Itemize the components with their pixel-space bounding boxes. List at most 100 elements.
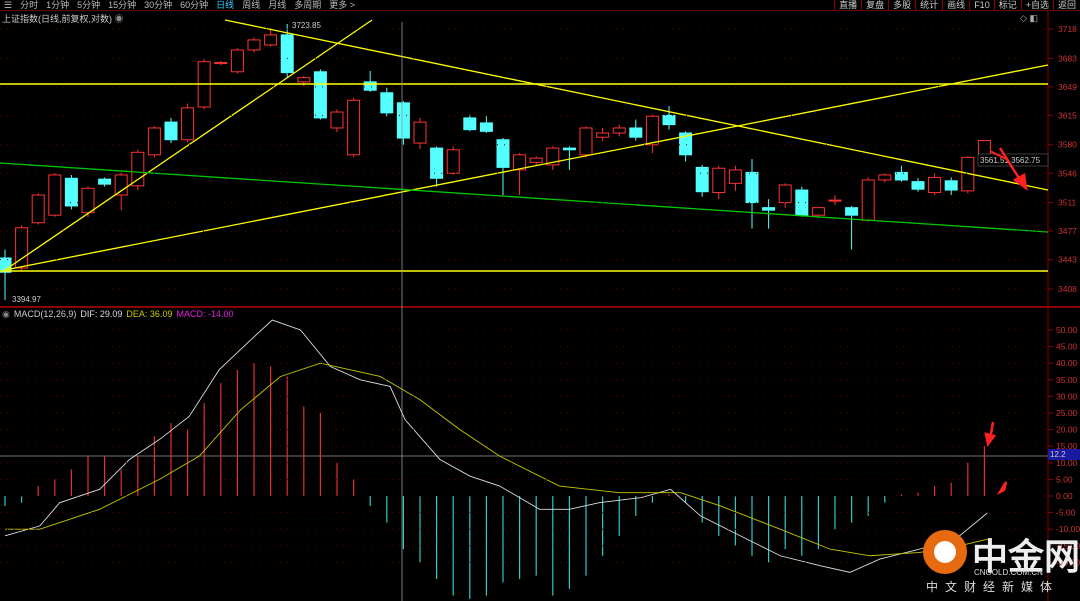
tab-period[interactable]: 周线 — [238, 0, 264, 10]
macd-histogram — [4, 363, 986, 599]
trendline-rising[interactable] — [4, 64, 1049, 271]
candle — [463, 114, 477, 132]
dif-value: DIF: 29.09 — [80, 309, 123, 319]
candle — [81, 186, 95, 217]
candle — [911, 178, 925, 192]
multi-stock-button[interactable]: 多股 — [888, 0, 915, 11]
macd-tick: 5.00 — [1056, 474, 1073, 484]
candle — [396, 101, 410, 145]
candle — [712, 165, 726, 200]
tab-period[interactable]: 5分钟 — [73, 0, 104, 10]
price-tick: 3615 — [1058, 110, 1077, 120]
price-tick: 3718 — [1058, 24, 1077, 34]
chart-title-text: 上证指数(日线,前复权,对数) — [2, 14, 112, 24]
candle — [479, 116, 493, 133]
candlestick-series — [0, 23, 991, 300]
candle — [629, 119, 643, 141]
candle — [98, 177, 112, 187]
chart-title[interactable]: 上证指数(日线,前复权,对数) ◉ — [2, 12, 124, 25]
candle — [131, 149, 145, 191]
candle — [745, 158, 759, 229]
candle — [363, 70, 377, 92]
price-tick: 3580 — [1058, 140, 1077, 150]
dea-line — [5, 362, 988, 557]
dea-value: DEA: 36.09 — [126, 309, 173, 319]
trendline-green[interactable] — [0, 162, 1049, 233]
candle — [446, 146, 460, 175]
logo-domain: CNGOLD.COM.CN — [974, 568, 1043, 577]
candle — [728, 165, 742, 191]
tab-period[interactable]: 月线 — [264, 0, 290, 10]
candle — [214, 60, 228, 66]
diamond-icon[interactable]: ◇ — [1020, 13, 1027, 23]
candle — [695, 164, 709, 197]
candle — [147, 126, 161, 158]
price-tick: 3649 — [1058, 82, 1077, 92]
candle — [795, 186, 809, 217]
candle — [247, 37, 261, 53]
macd-value: MACD: -14.00 — [176, 309, 234, 319]
macd-legend: ◉ MACD(12,26,9) DIF: 29.09 DEA: 36.09 MA… — [2, 309, 233, 320]
candle — [181, 103, 195, 143]
logo-slogan: 中文财经新媒体 — [926, 580, 1060, 594]
tab-period[interactable]: 分时 — [16, 0, 42, 10]
stats-button[interactable]: 统计 — [915, 0, 942, 11]
period-toolbar: ☰ 分时 1分钟 5分钟 15分钟 30分钟 60分钟 日线 周线 月线 多周期… — [0, 0, 1080, 11]
tab-period[interactable]: 30分钟 — [140, 0, 176, 10]
menu-icon[interactable]: ☰ — [0, 0, 16, 10]
tab-period[interactable]: 60分钟 — [176, 0, 212, 10]
settings-icon[interactable]: ◉ — [115, 14, 124, 24]
candle — [48, 173, 62, 217]
macd-tick: 30.00 — [1056, 391, 1078, 401]
candle — [861, 177, 875, 222]
f10-button[interactable]: F10 — [969, 0, 994, 11]
macd-tick: 40.00 — [1056, 358, 1078, 368]
price-tick: 3546 — [1058, 168, 1077, 178]
candle — [645, 114, 659, 154]
candle — [928, 173, 942, 196]
tab-period[interactable]: 1分钟 — [42, 0, 73, 10]
back-button[interactable]: 返回 — [1052, 0, 1080, 11]
window-controls[interactable]: ◇ ◧ — [1020, 13, 1038, 24]
logo-icon — [923, 530, 967, 574]
candle — [496, 138, 510, 196]
candle — [15, 225, 29, 271]
candle — [513, 153, 527, 196]
tab-daily[interactable]: 日线 — [212, 0, 238, 10]
review-button[interactable]: 复盘 — [861, 0, 888, 11]
mark-button[interactable]: 标记 — [993, 0, 1021, 11]
candle — [230, 48, 244, 74]
candle — [828, 195, 842, 206]
macd-tick: 45.00 — [1056, 342, 1078, 352]
candle — [894, 165, 908, 182]
draw-line-button[interactable]: 画线 — [942, 0, 969, 11]
candle — [662, 106, 676, 130]
candle — [579, 126, 593, 158]
candle — [330, 109, 344, 133]
candle — [845, 205, 859, 250]
candle — [529, 156, 543, 165]
trendline-steep[interactable] — [4, 19, 373, 271]
watermark: 中金网 CNGOLD.COM.CN 中文财经新媒体 — [920, 528, 1080, 601]
low-price-label: 3394.97 — [12, 295, 41, 304]
candle — [380, 87, 394, 117]
tab-period[interactable]: 15分钟 — [104, 0, 140, 10]
candle — [0, 249, 12, 300]
price-tick: 3477 — [1058, 226, 1077, 236]
price-tick: 3408 — [1058, 284, 1077, 294]
macd-tick: 35.00 — [1056, 375, 1078, 385]
red-arrow-icon — [984, 147, 1028, 496]
candle — [596, 127, 610, 141]
price-tick: 3443 — [1058, 255, 1077, 265]
tab-more[interactable]: 更多 > — [325, 0, 359, 10]
candle — [778, 183, 792, 208]
price-tick: 3511 — [1058, 198, 1077, 208]
add-watchlist-button[interactable]: +自选 — [1020, 0, 1053, 11]
tab-period[interactable]: 多周期 — [290, 0, 325, 10]
panel-icon[interactable]: ◧ — [1029, 13, 1038, 23]
macd-label: MACD(12,26,9) — [13, 309, 77, 319]
settings-icon[interactable]: ◉ — [2, 309, 10, 320]
chart-canvas[interactable]: 3723.85 3394.97 3561.51 3562.75 37183683… — [0, 0, 1080, 601]
candle — [64, 174, 78, 210]
live-button[interactable]: 直播 — [834, 0, 861, 11]
